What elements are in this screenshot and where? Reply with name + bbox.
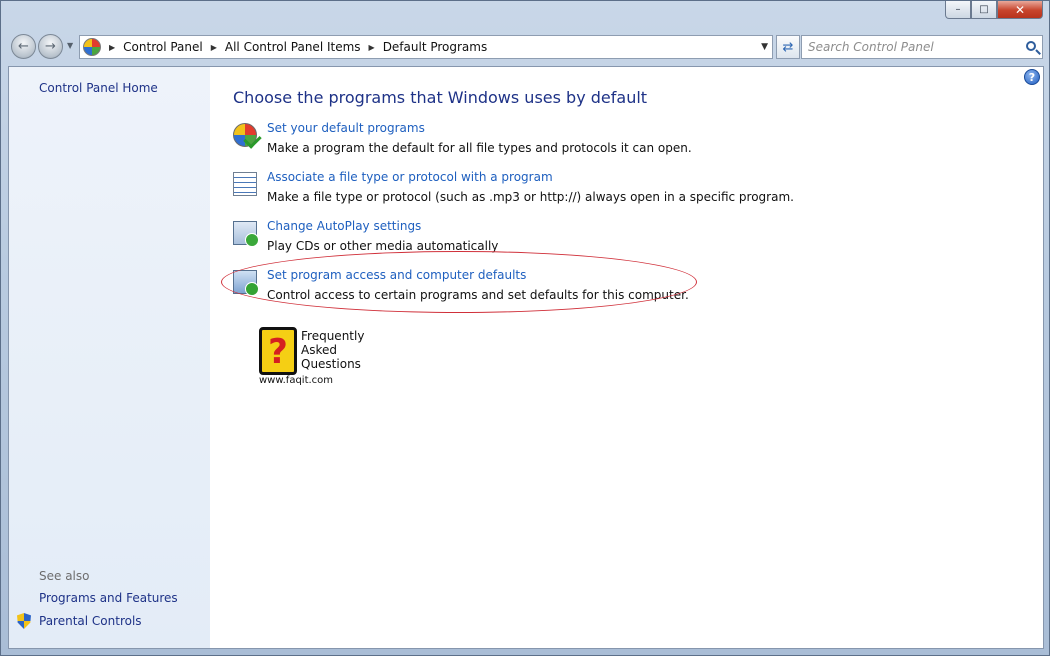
associate-file-type-description: Make a file type or protocol (such as .m… bbox=[267, 190, 794, 204]
caption-buttons: – □ ✕ bbox=[945, 1, 1043, 21]
search-input[interactable] bbox=[808, 40, 1018, 54]
autoplay-icon bbox=[233, 221, 259, 247]
set-default-programs-description: Make a program the default for all file … bbox=[267, 141, 692, 155]
recent-pages-dropdown-icon[interactable]: ▼ bbox=[67, 41, 73, 50]
parental-controls-link[interactable]: Parental Controls bbox=[39, 614, 142, 628]
content-area: Control Panel Home See also Programs and… bbox=[8, 66, 1044, 649]
breadcrumb-chevron-icon[interactable]: ▶ bbox=[211, 43, 217, 52]
maximize-button[interactable]: □ bbox=[971, 1, 997, 19]
sidebar: Control Panel Home See also Programs and… bbox=[9, 67, 210, 648]
change-autoplay-link[interactable]: Change AutoPlay settings bbox=[267, 219, 421, 233]
back-button[interactable]: ← bbox=[11, 34, 36, 59]
default-programs-icon bbox=[233, 123, 257, 147]
task-associate-file-type: Associate a file type or protocol with a… bbox=[233, 170, 1013, 210]
refresh-icon: ⇄ bbox=[782, 39, 794, 55]
task-autoplay: Change AutoPlay settings Play CDs or oth… bbox=[233, 219, 1013, 259]
highlight-ellipse bbox=[221, 251, 697, 313]
minimize-button[interactable]: – bbox=[945, 1, 971, 19]
search-icon[interactable] bbox=[1026, 41, 1036, 51]
window-frame: – □ ✕ ← → ▼ ▶ Control Panel ▶ All Contro… bbox=[0, 0, 1050, 656]
breadcrumb-default-programs[interactable]: Default Programs bbox=[383, 40, 488, 54]
task-set-default-programs: Set your default programs Make a program… bbox=[233, 121, 1013, 161]
address-dropdown-icon[interactable]: ▼ bbox=[761, 42, 768, 52]
see-also-heading: See also bbox=[39, 569, 90, 583]
search-box[interactable] bbox=[801, 35, 1043, 59]
page-title: Choose the programs that Windows uses by… bbox=[233, 88, 648, 107]
faq-logo-url: www.faqit.com bbox=[259, 375, 334, 386]
address-bar[interactable]: ▶ Control Panel ▶ All Control Panel Item… bbox=[79, 35, 773, 59]
navigation-bar: ← → ▼ ▶ Control Panel ▶ All Control Pane… bbox=[9, 33, 1043, 61]
faq-logo: ? Frequently Asked Questions www.faqit.c… bbox=[259, 327, 371, 389]
uac-shield-icon bbox=[17, 613, 31, 629]
help-icon[interactable]: ? bbox=[1024, 69, 1040, 85]
breadcrumb-all-items[interactable]: All Control Panel Items bbox=[225, 40, 361, 54]
faq-logo-text: Frequently Asked Questions bbox=[301, 329, 365, 371]
programs-and-features-link[interactable]: Programs and Features bbox=[39, 591, 178, 605]
breadcrumb-chevron-icon[interactable]: ▶ bbox=[369, 43, 375, 52]
breadcrumb-control-panel[interactable]: Control Panel bbox=[123, 40, 203, 54]
forward-arrow-icon: → bbox=[45, 39, 56, 54]
back-arrow-icon: ← bbox=[18, 39, 29, 54]
faq-question-mark-icon: ? bbox=[259, 327, 297, 375]
file-association-icon bbox=[233, 172, 257, 196]
control-panel-home-link[interactable]: Control Panel Home bbox=[39, 81, 158, 95]
control-panel-icon bbox=[83, 38, 101, 56]
close-button[interactable]: ✕ bbox=[997, 1, 1043, 19]
forward-button[interactable]: → bbox=[38, 34, 63, 59]
refresh-button[interactable]: ⇄ bbox=[776, 35, 800, 59]
set-default-programs-link[interactable]: Set your default programs bbox=[267, 121, 425, 135]
associate-file-type-link[interactable]: Associate a file type or protocol with a… bbox=[267, 170, 553, 184]
breadcrumb-chevron-icon[interactable]: ▶ bbox=[109, 43, 115, 52]
